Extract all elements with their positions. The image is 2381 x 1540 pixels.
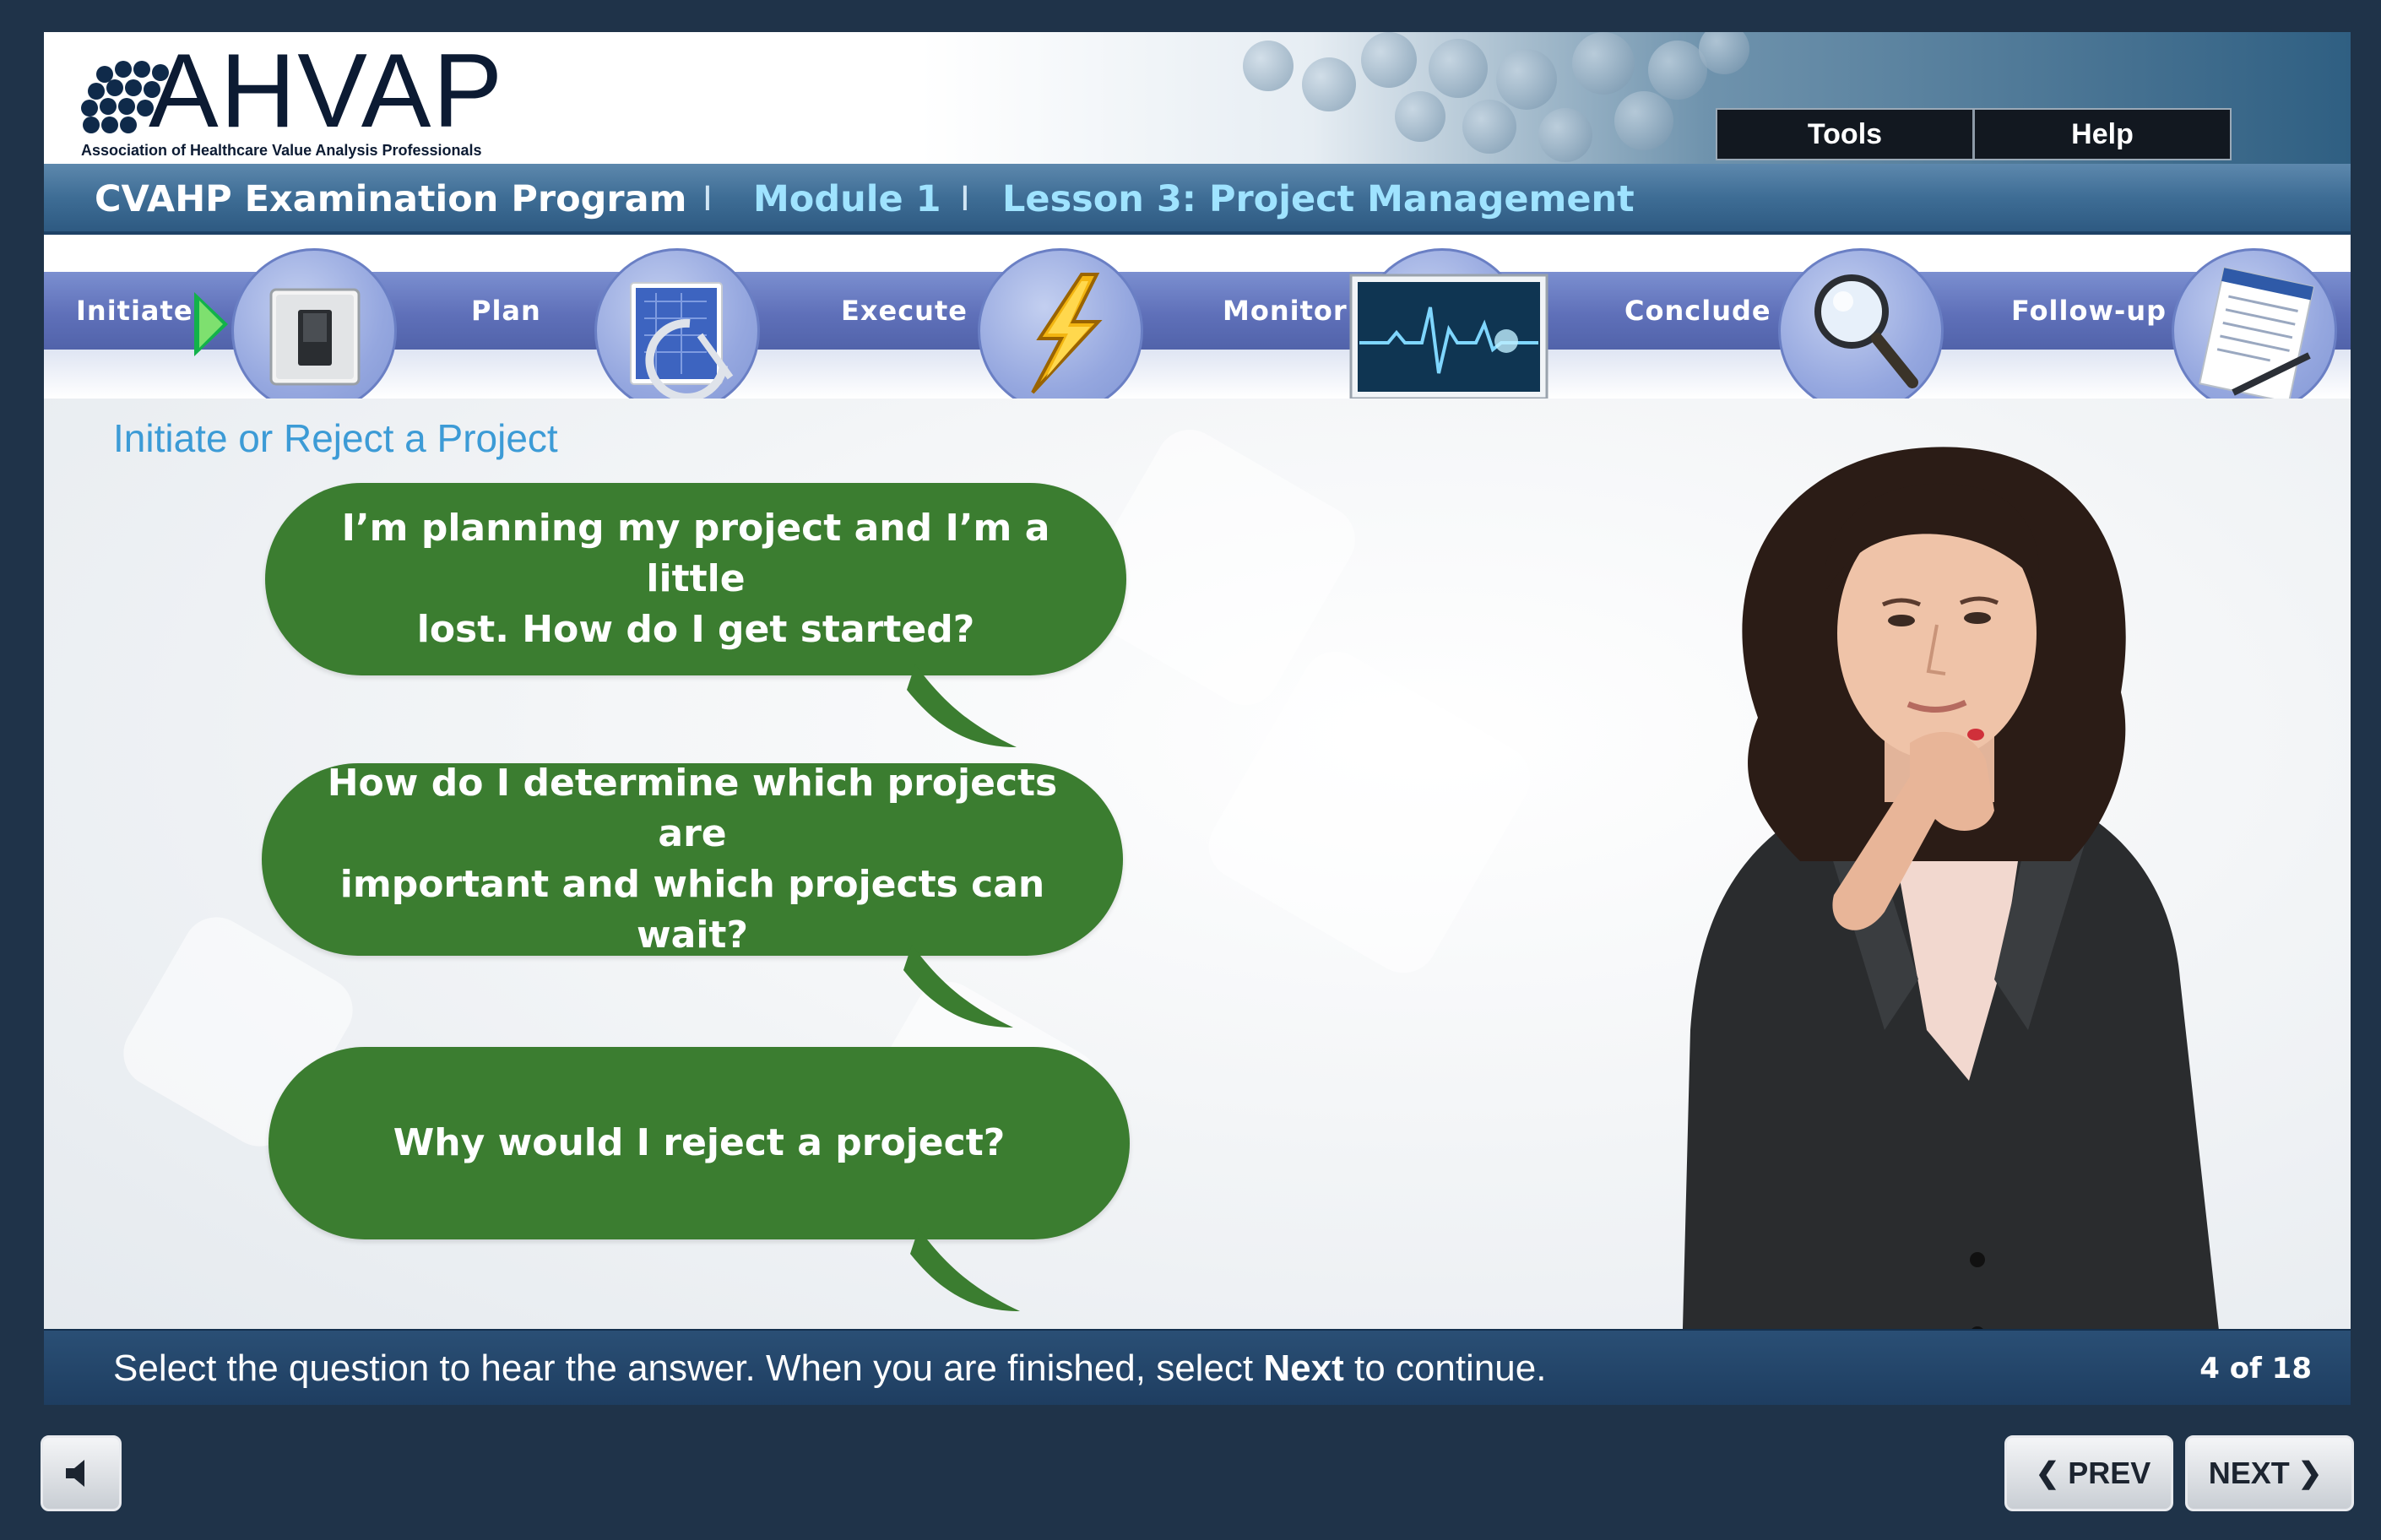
phase-execute-label[interactable]: Execute xyxy=(841,272,968,350)
prev-label: PREV xyxy=(2068,1456,2151,1490)
current-phase-arrow-highlight xyxy=(199,301,223,348)
speaker-icon xyxy=(66,1460,84,1487)
phase-initiate-button[interactable] xyxy=(231,248,397,414)
lesson-content: Initiate or Reject a Project I’m plannin… xyxy=(44,399,2351,1361)
question-text: Why would I reject a project? xyxy=(393,1121,1006,1164)
ahvap-logo: AHVAP Association of Healthcare Value An… xyxy=(78,39,551,164)
heart-monitor-icon xyxy=(1349,274,1548,400)
phase-initiate-label[interactable]: Initiate xyxy=(76,272,193,350)
phase-conclude-button[interactable] xyxy=(1778,248,1944,414)
header: AHVAP Association of Healthcare Value An… xyxy=(44,32,2351,164)
breadcrumb-program: CVAHP Examination Program xyxy=(95,178,687,220)
phase-execute-button[interactable] xyxy=(978,248,1143,414)
instruction-bold: Next xyxy=(1263,1348,1344,1389)
prev-button[interactable]: ❮ PREV xyxy=(2004,1435,2173,1511)
bubble-body: Why would I reject a project? xyxy=(268,1047,1130,1239)
tools-button[interactable]: Tools xyxy=(1717,110,1972,159)
breadcrumb-module: Module 1 xyxy=(753,178,941,220)
instruction-text: Select the question to hear the answer. … xyxy=(113,1331,1546,1405)
presenter-photo xyxy=(1682,447,2222,1361)
phase-follow-up-label[interactable]: Follow-up xyxy=(2011,272,2167,350)
breadcrumb-separator: I xyxy=(702,180,713,219)
logo-tagline: Association of Healthcare Value Analysis… xyxy=(81,142,482,159)
blueprint-icon xyxy=(630,282,734,402)
magnifying-glass-icon xyxy=(1814,274,1918,388)
question-bubble-3[interactable]: Why would I reject a project? xyxy=(268,1047,1130,1317)
breadcrumb-separator: I xyxy=(960,180,970,219)
instruction-prefix: Select the question to hear the answer. … xyxy=(113,1348,1264,1389)
bubble-body: How do I determine which projects are im… xyxy=(262,762,1123,957)
light-switch-icon xyxy=(269,288,361,386)
instruction-bar: Select the question to hear the answer. … xyxy=(44,1329,2351,1405)
bubble-body: I’m planning my project and I’m a little… xyxy=(265,483,1126,675)
help-button[interactable]: Help xyxy=(1972,110,2230,159)
phase-follow-up-button[interactable] xyxy=(2172,248,2337,414)
logo-wordmark: AHVAP xyxy=(149,33,505,149)
chevron-left-icon: ❮ xyxy=(2035,1457,2060,1489)
utility-menu: Tools Help xyxy=(1716,108,2232,160)
audio-button[interactable] xyxy=(41,1435,122,1511)
course-frame: AHVAP Association of Healthcare Value An… xyxy=(44,32,2351,1405)
phase-conclude-label[interactable]: Conclude xyxy=(1624,272,1771,350)
speech-tail-icon xyxy=(903,945,1013,1028)
speech-tail-icon xyxy=(907,664,1017,747)
section-title: Initiate or Reject a Project xyxy=(113,416,558,460)
next-label: NEXT xyxy=(2208,1456,2290,1490)
question-text: How do I determine which projects are im… xyxy=(327,762,1058,957)
lightning-bolt-icon xyxy=(1031,273,1103,394)
phase-navigation: Initiate Plan Execute Monitor Conclude F… xyxy=(44,248,2351,414)
breadcrumb: CVAHP Examination Program I Module 1 I L… xyxy=(44,164,2351,235)
instruction-suffix: to continue. xyxy=(1343,1348,1547,1389)
question-text: I’m planning my project and I’m a little… xyxy=(341,507,1050,651)
chevron-right-icon: ❯ xyxy=(2297,1457,2323,1489)
question-bubble-2[interactable]: How do I determine which projects are im… xyxy=(262,762,1123,1033)
next-button[interactable]: NEXT ❯ xyxy=(2185,1435,2354,1511)
phase-monitor-label[interactable]: Monitor xyxy=(1223,272,1348,350)
question-bubble-1[interactable]: I’m planning my project and I’m a little… xyxy=(265,483,1126,753)
notepad-pen-icon xyxy=(2199,267,2315,404)
phase-plan-label[interactable]: Plan xyxy=(471,272,541,350)
breadcrumb-lesson: Lesson 3: Project Management xyxy=(1002,178,1635,220)
phase-plan-button[interactable] xyxy=(594,248,760,414)
speech-tail-icon xyxy=(910,1228,1020,1311)
page-counter: 4 of 18 xyxy=(2199,1352,2312,1385)
